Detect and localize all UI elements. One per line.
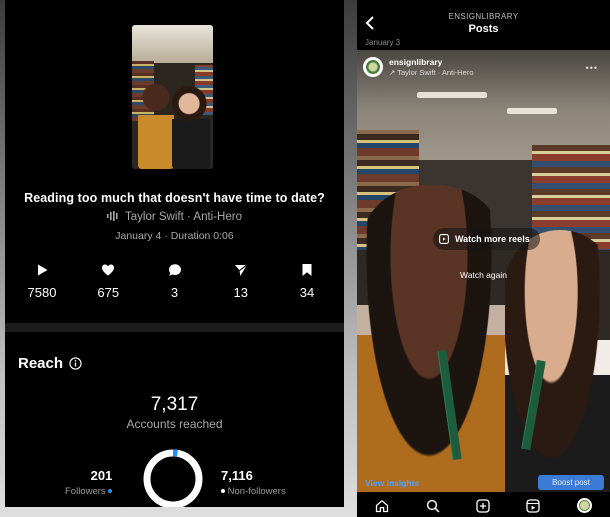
- stat-likes-value: 675: [97, 285, 120, 300]
- reach-donut-chart: [143, 449, 203, 507]
- stat-comments-value: 3: [170, 285, 179, 300]
- screen: Reading too much that doesn't have time …: [0, 0, 610, 517]
- donut-non-followers-arc: [143, 449, 203, 507]
- followers-value: 201: [90, 468, 113, 483]
- followers-dot: [108, 489, 113, 493]
- library-logo-icon: [366, 60, 380, 74]
- reel-insights-panel: Reading too much that doesn't have time …: [5, 0, 344, 507]
- library-logo-icon: [578, 500, 590, 511]
- stat-plays: 7580: [19, 263, 65, 300]
- non-followers-stat: 7,116 Non-followers: [221, 468, 286, 497]
- post-header-text: ensignlibrary ↗ Taylor Swift · Anti-Hero: [389, 57, 474, 77]
- comment-icon: [168, 264, 181, 276]
- post-username[interactable]: ensignlibrary: [389, 57, 474, 67]
- play-icon: [38, 264, 48, 276]
- post-avatar[interactable]: [363, 57, 383, 77]
- followers-label: Followers: [65, 486, 106, 497]
- accounts-reached-value: 7,317: [150, 394, 199, 415]
- post-audio[interactable]: ↗ Taylor Swift · Anti-Hero: [389, 68, 474, 77]
- thumbnail-person-left: [138, 77, 174, 169]
- heart-icon: [102, 264, 115, 276]
- stat-shares-value: 13: [233, 285, 248, 300]
- watch-more-label: Watch more reels: [455, 234, 530, 244]
- reels-icon[interactable]: [526, 498, 541, 513]
- stat-saves-value: 34: [299, 285, 315, 300]
- info-icon[interactable]: [69, 357, 82, 370]
- reel-audio-label: Taylor Swift · Anti-Hero: [125, 211, 242, 223]
- thumbnail-ceiling: [132, 25, 213, 63]
- stat-plays-value: 7580: [27, 285, 57, 300]
- bottom-nav: [357, 494, 610, 517]
- thumbnail-person-right: [172, 83, 210, 169]
- profile-icon[interactable]: [576, 498, 592, 513]
- reel-thumbnail[interactable]: [132, 25, 213, 169]
- reach-title-label: Reach: [18, 355, 64, 372]
- boost-post-button[interactable]: Boost post: [538, 475, 604, 490]
- accounts-reached-label: Accounts reached: [126, 417, 223, 431]
- share-icon: [234, 264, 248, 276]
- create-icon[interactable]: [476, 498, 490, 513]
- stat-comments: 3: [152, 263, 198, 300]
- previous-post-date: January 3: [365, 38, 401, 47]
- audio-wave-icon: [107, 211, 118, 221]
- reel-audio[interactable]: Taylor Swift · Anti-Hero: [5, 211, 344, 223]
- stat-saves: 34: [284, 263, 330, 300]
- post-view-panel: ENSIGNLIBRARY Posts January 3 ensignlibr…: [357, 0, 610, 517]
- search-icon[interactable]: [426, 499, 440, 513]
- stat-likes: 675: [85, 263, 131, 300]
- ceiling-light: [417, 92, 487, 98]
- more-options-icon[interactable]: •••: [586, 63, 598, 73]
- reach-section-title: Reach: [18, 355, 82, 372]
- non-followers-dot: [221, 489, 225, 493]
- home-icon[interactable]: [375, 499, 389, 513]
- watch-more-reels-button[interactable]: Watch more reels: [433, 228, 540, 250]
- post-header: ensignlibrary ↗ Taylor Swift · Anti-Hero…: [363, 57, 604, 77]
- non-followers-label: Non-followers: [227, 486, 286, 497]
- reel-date-duration: January 4 · Duration 0:06: [115, 230, 234, 242]
- watch-again-button[interactable]: Watch again: [357, 270, 610, 280]
- bookmark-icon: [302, 264, 312, 276]
- followers-stat: 201 Followers: [65, 468, 113, 497]
- ceiling-light: [507, 108, 557, 114]
- section-divider: [5, 323, 344, 332]
- reel-caption: Reading too much that doesn't have time …: [24, 191, 325, 205]
- stat-shares: 13: [218, 263, 264, 300]
- reel-stats-row: 7580 675 3 13 34: [19, 263, 330, 300]
- header-username: ENSIGNLIBRARY: [448, 12, 519, 21]
- header-title: Posts: [468, 23, 499, 35]
- view-insights-link[interactable]: View insights: [365, 478, 419, 488]
- reels-icon: [439, 234, 449, 244]
- non-followers-value: 7,116: [221, 468, 253, 483]
